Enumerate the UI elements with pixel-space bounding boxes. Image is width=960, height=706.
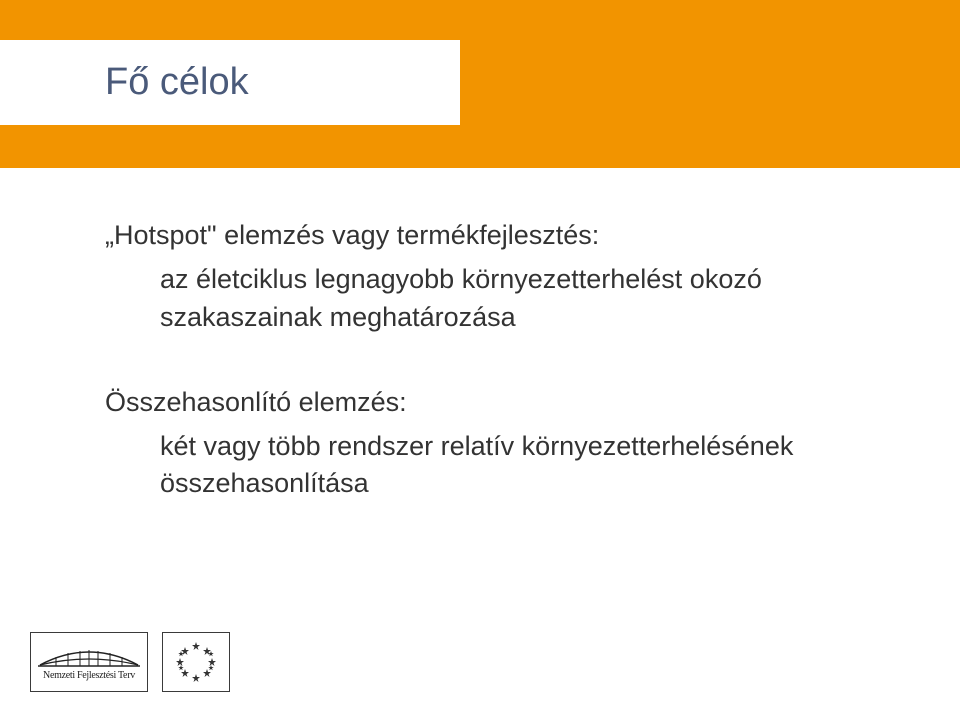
eu-stars-icon [166, 636, 226, 688]
spacer [105, 347, 865, 387]
title-box: Fő célok [0, 40, 460, 125]
bridge-icon [36, 643, 142, 669]
nft-logo-text: Nemzeti Fejlesztési Terv [43, 670, 135, 681]
paragraph-1-body: az életciklus legnagyobb környezetterhel… [160, 261, 865, 337]
nft-logo: Nemzeti Fejlesztési Terv [30, 632, 148, 692]
slide-title: Fő célok [0, 61, 249, 104]
paragraph-2-title: Összehasonlító elemzés: [105, 387, 865, 418]
eu-logo [162, 632, 230, 692]
content-area: „Hotspot" elemzés vagy termékfejlesztés:… [105, 220, 865, 513]
paragraph-1-title: „Hotspot" elemzés vagy termékfejlesztés: [105, 220, 865, 251]
slide: Fő célok „Hotspot" elemzés vagy termékfe… [0, 0, 960, 706]
paragraph-2-body: két vagy több rendszer relatív környezet… [160, 428, 865, 504]
footer-logos: Nemzeti Fejlesztési Terv [30, 632, 230, 692]
